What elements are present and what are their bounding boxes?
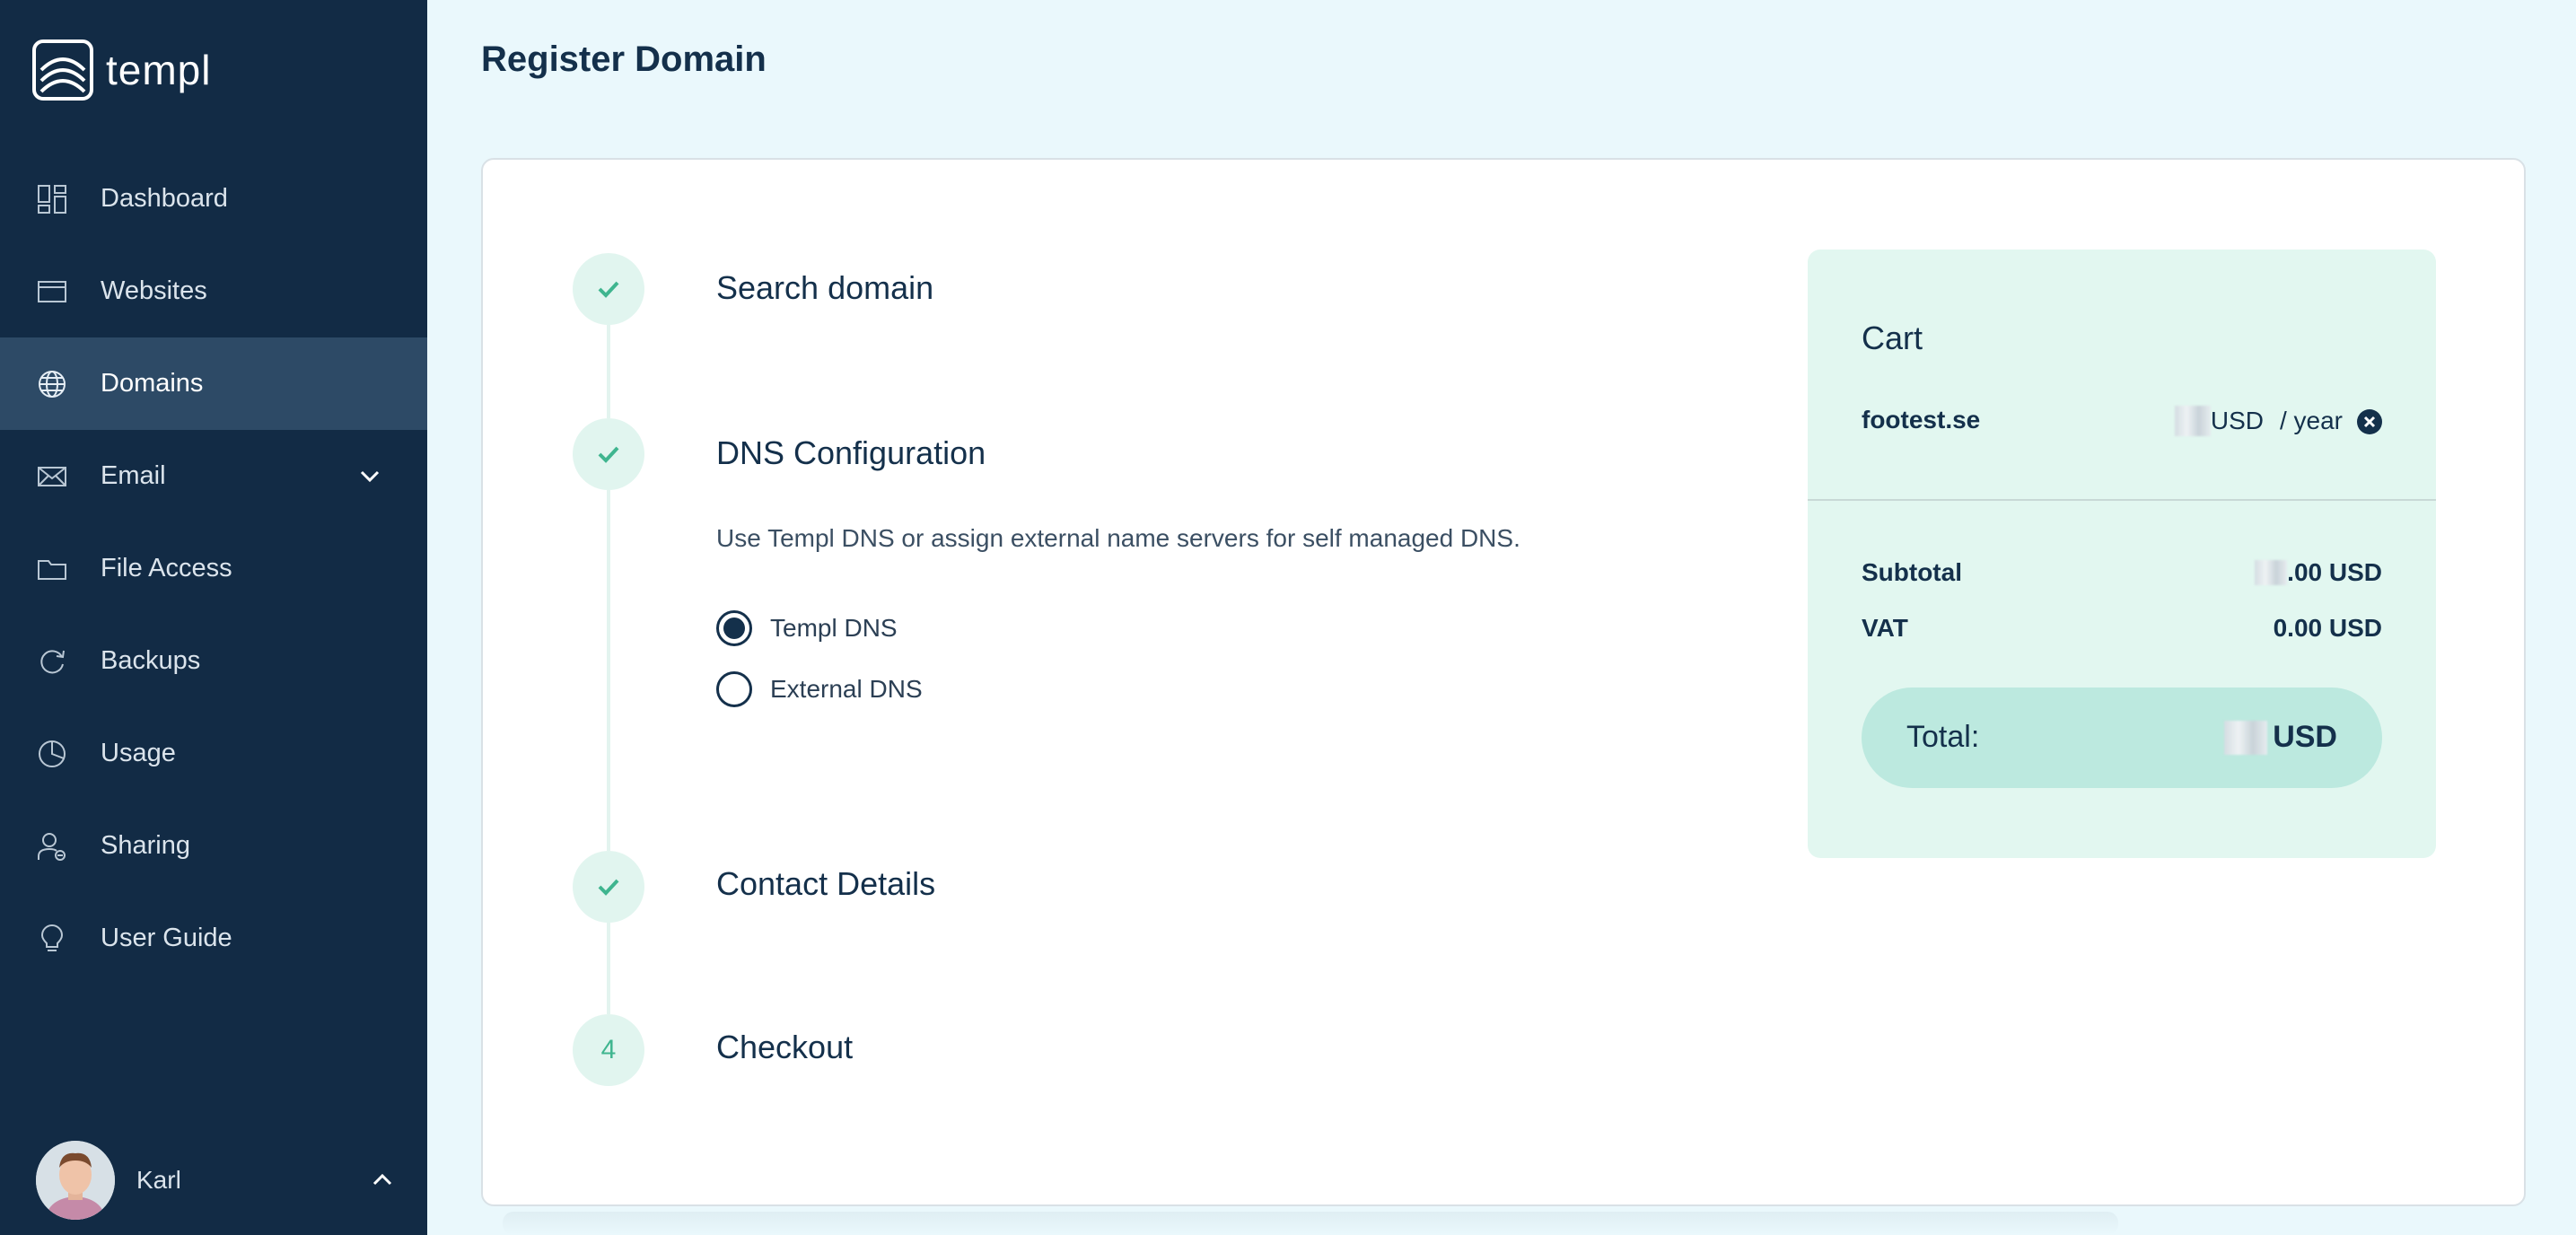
user-menu[interactable]: Karl	[36, 1140, 395, 1221]
price-period: / year	[2279, 407, 2343, 434]
step-2-complete	[573, 418, 644, 490]
total-pill: Total: USD	[1862, 688, 2382, 788]
cart-divider	[1808, 499, 2436, 501]
lightbulb-icon	[36, 923, 68, 955]
sidebar-item-label: File Access	[101, 554, 232, 582]
subtotal-amount: .00 USD	[2287, 558, 2382, 586]
dashboard-icon	[36, 183, 68, 215]
envelope-icon	[36, 460, 68, 493]
sidebar-item-sharing[interactable]: Sharing	[0, 800, 427, 892]
step-4-current: 4	[573, 1014, 644, 1086]
sidebar-item-label: Sharing	[101, 831, 190, 860]
sidebar-item-label: Websites	[101, 276, 207, 305]
total-value: USD	[2224, 720, 2337, 755]
card-shadow	[503, 1212, 2118, 1235]
vat-value: 0.00 USD	[2273, 614, 2382, 642]
step-1-complete	[573, 253, 644, 325]
user-share-icon	[36, 830, 68, 863]
refresh-icon	[36, 645, 68, 678]
sidebar-item-label: Email	[101, 461, 166, 490]
step-title-contact-details[interactable]: Contact Details	[716, 865, 935, 903]
step-number: 4	[600, 1035, 617, 1064]
dns-description: Use Templ DNS or assign external name se…	[716, 524, 1520, 552]
sidebar-item-label: Dashboard	[101, 184, 228, 213]
globe-icon	[36, 368, 68, 400]
cart-title: Cart	[1862, 320, 1923, 356]
sidebar-nav: Dashboard Websites Domains Email File Ac…	[0, 153, 427, 985]
chevron-down-icon[interactable]	[357, 464, 382, 489]
folder-icon	[36, 553, 68, 585]
sidebar-item-file-access[interactable]: File Access	[0, 522, 427, 615]
cart-panel: Cart footest.se USD / year Subtotal .00 …	[1808, 250, 2436, 858]
check-icon	[598, 281, 619, 298]
step-title-search-domain[interactable]: Search domain	[716, 269, 933, 307]
radio-label: External DNS	[770, 675, 923, 703]
sidebar-item-label: Domains	[101, 369, 204, 398]
redacted-amount	[2174, 406, 2211, 436]
redacted-amount	[2224, 720, 2268, 755]
sidebar: templ Dashboard Websites Domains Email F…	[0, 0, 427, 1235]
check-icon	[598, 879, 619, 896]
sidebar-item-usage[interactable]: Usage	[0, 707, 427, 800]
page-title: Register Domain	[481, 39, 767, 79]
step-connector	[607, 923, 610, 1014]
radio-external-dns[interactable]: External DNS	[716, 671, 923, 707]
sidebar-item-label: Backups	[101, 646, 201, 675]
step-title-checkout[interactable]: Checkout	[716, 1029, 853, 1066]
total-currency: USD	[2273, 720, 2337, 754]
sidebar-item-websites[interactable]: Websites	[0, 245, 427, 337]
cart-item-price: USD / year	[2174, 406, 2343, 436]
sidebar-item-label: Usage	[101, 739, 176, 767]
sidebar-item-domains[interactable]: Domains	[0, 337, 427, 430]
step-3-complete	[573, 851, 644, 923]
radio-label: Templ DNS	[770, 614, 898, 642]
price-currency: USD	[2210, 407, 2264, 434]
sidebar-item-label: User Guide	[101, 924, 232, 952]
check-icon	[598, 446, 619, 463]
total-label: Total:	[1906, 720, 1980, 754]
pie-chart-icon	[36, 738, 68, 770]
logo[interactable]: templ	[32, 39, 211, 101]
cart-item-domain: footest.se	[1862, 406, 1981, 434]
templ-logo-icon	[32, 39, 93, 101]
subtotal-label: Subtotal	[1862, 558, 1962, 586]
radio-templ-dns[interactable]: Templ DNS	[716, 610, 898, 646]
radio-button[interactable]	[716, 671, 752, 707]
sidebar-item-email[interactable]: Email	[0, 430, 427, 522]
brand-name: templ	[106, 47, 212, 93]
radio-button-selected[interactable]	[716, 610, 752, 646]
sidebar-item-backups[interactable]: Backups	[0, 615, 427, 707]
vat-label: VAT	[1862, 614, 1908, 642]
redacted-amount	[2255, 560, 2288, 585]
radio-dot	[723, 618, 745, 639]
close-icon	[2363, 416, 2376, 428]
remove-item-button[interactable]	[2357, 409, 2382, 434]
user-name: Karl	[136, 1166, 181, 1194]
avatar	[36, 1141, 115, 1220]
chevron-up-icon[interactable]	[370, 1167, 395, 1192]
sidebar-item-dashboard[interactable]: Dashboard	[0, 153, 427, 245]
step-connector	[607, 490, 610, 851]
subtotal-value: .00 USD	[2255, 558, 2382, 587]
browser-window-icon	[36, 276, 68, 308]
sidebar-item-user-guide[interactable]: User Guide	[0, 892, 427, 985]
step-connector	[607, 325, 610, 418]
step-title-dns-configuration[interactable]: DNS Configuration	[716, 434, 986, 472]
